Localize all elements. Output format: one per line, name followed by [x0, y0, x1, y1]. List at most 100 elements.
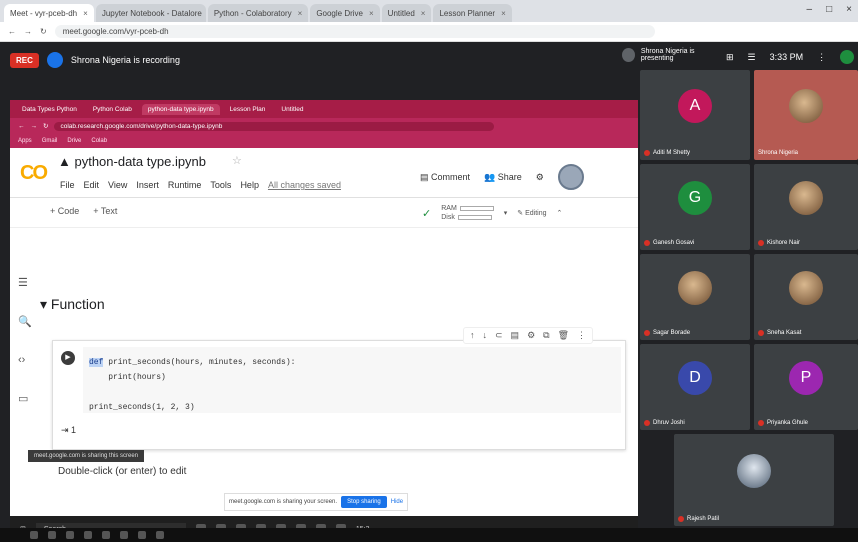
taskbar-app-icon[interactable]: [120, 531, 128, 539]
code-editor[interactable]: def print_seconds(hours, minutes, second…: [83, 347, 621, 413]
outer-tab[interactable]: Google Drive ×: [310, 4, 380, 22]
more-icon[interactable]: ⋮: [577, 330, 586, 341]
outer-url-field[interactable]: meet.google.com/vyr-pceb-dh: [54, 25, 655, 38]
menu-edit[interactable]: Edit: [84, 180, 100, 190]
delete-icon[interactable]: 🗑: [558, 330, 569, 341]
bookmark[interactable]: Gmail: [42, 138, 58, 144]
taskbar-app-icon[interactable]: [48, 531, 56, 539]
tab-label: Meet - vyr-pceb-dh: [10, 8, 78, 18]
reload-icon[interactable]: ↻: [43, 122, 48, 130]
close-window-icon[interactable]: ×: [846, 4, 852, 15]
participant-tile[interactable]: P Priyanka Ghule: [754, 344, 858, 430]
output-icon[interactable]: ⇥: [61, 425, 71, 435]
section-heading[interactable]: ▾ Function: [40, 296, 105, 313]
outer-tab[interactable]: Lesson Planner ×: [433, 4, 512, 22]
code-icon[interactable]: ‹›: [18, 354, 32, 366]
menu-tools[interactable]: Tools: [210, 180, 231, 190]
taskbar-app-icon[interactable]: [66, 531, 74, 539]
user-avatar[interactable]: [840, 50, 855, 64]
menu-insert[interactable]: Insert: [136, 180, 159, 190]
back-icon[interactable]: ←: [8, 27, 16, 36]
search-icon[interactable]: 🔍: [18, 315, 32, 328]
colab-logo[interactable]: CO: [20, 162, 48, 185]
outer-tab[interactable]: Python - Colaboratory ×: [207, 4, 309, 22]
participant-tile[interactable]: Sneha Kasat: [754, 254, 858, 340]
taskbar-app-icon[interactable]: [30, 531, 38, 539]
bookmark[interactable]: Apps: [18, 138, 32, 144]
code-cell[interactable]: ↑ ↓ ⊂ ▤ ⚙ ⧉ 🗑 ⋮ ▶ def print_seconds(hour…: [52, 327, 626, 450]
participant-tile[interactable]: A Aditi M Shetty: [640, 70, 750, 160]
minimize-icon[interactable]: –: [807, 4, 813, 15]
bookmark[interactable]: Colab: [91, 138, 107, 144]
comment-button[interactable]: ▤ Comment: [420, 172, 470, 183]
participant-name-text: Aditi M Shetty: [653, 150, 691, 156]
inner-url-field[interactable]: colab.research.google.com/drive/python-d…: [54, 121, 495, 131]
text-cell[interactable]: Double-click (or enter) to edit: [58, 466, 186, 477]
close-icon[interactable]: ×: [298, 9, 303, 18]
close-icon[interactable]: ×: [369, 9, 374, 18]
participant-tile[interactable]: Sagar Borade: [640, 254, 750, 340]
inner-tab[interactable]: Python Colab: [87, 104, 138, 115]
editing-button[interactable]: ✎ Editing: [517, 209, 546, 217]
chevron-up-icon[interactable]: ⌃: [557, 209, 563, 217]
link-icon[interactable]: ⊂: [495, 330, 503, 341]
taskbar-app-icon[interactable]: [102, 531, 110, 539]
account-avatar[interactable]: [557, 164, 584, 190]
close-icon[interactable]: ×: [83, 9, 88, 18]
back-icon[interactable]: ←: [18, 123, 25, 130]
inner-tab[interactable]: Data Types Python: [16, 104, 83, 115]
close-icon[interactable]: ×: [501, 9, 506, 18]
move-up-icon[interactable]: ↑: [470, 330, 475, 341]
toc-icon[interactable]: ☰: [18, 276, 32, 289]
hide-button[interactable]: Hide: [391, 499, 403, 505]
reload-icon[interactable]: ↻: [40, 27, 47, 36]
more-icon[interactable]: ⋮: [817, 52, 826, 63]
taskbar-app-icon[interactable]: [156, 531, 164, 539]
participant-tile[interactable]: G Ganesh Gosavi: [640, 164, 750, 250]
inner-tab-active[interactable]: python-data type.ipynb: [141, 103, 220, 115]
close-icon[interactable]: ×: [421, 9, 426, 18]
menu-icon[interactable]: ☰: [748, 52, 756, 63]
maximize-icon[interactable]: □: [826, 4, 832, 15]
keyword: def: [89, 358, 104, 367]
comment-icon[interactable]: ▤: [511, 330, 520, 341]
mirror-icon[interactable]: ⧉: [543, 330, 549, 341]
star-icon[interactable]: ☆: [232, 154, 242, 167]
chevron-down-icon[interactable]: ▾: [504, 209, 508, 217]
participant-tile[interactable]: Rajesh Patil: [674, 434, 834, 526]
forward-icon[interactable]: →: [31, 123, 38, 130]
layout-icon[interactable]: ⊞: [726, 52, 734, 63]
menu-runtime[interactable]: Runtime: [168, 180, 202, 190]
move-down-icon[interactable]: ↓: [483, 330, 488, 341]
stop-sharing-button[interactable]: Stop sharing: [341, 496, 387, 508]
collapse-icon[interactable]: ▾: [40, 296, 51, 312]
inner-tab[interactable]: Lesson Plan: [224, 104, 272, 115]
outer-tab[interactable]: Untitled ×: [381, 4, 432, 22]
taskbar-app-icon[interactable]: [138, 531, 146, 539]
participant-tile[interactable]: Shrona Nigeria: [754, 70, 858, 160]
menu-help[interactable]: Help: [240, 180, 259, 190]
folder-icon[interactable]: ▭: [18, 392, 32, 405]
share-button[interactable]: 👥 Share: [484, 172, 522, 183]
saved-status[interactable]: All changes saved: [268, 180, 341, 190]
add-text-button[interactable]: + Text: [93, 206, 117, 216]
outer-tab[interactable]: Jupyter Notebook - Datalore×: [95, 4, 206, 22]
tab-label: Python - Colaboratory: [213, 8, 292, 18]
notebook-toolbar: + Code + Text ✓ RAM Disk ▾ ✎ Editing ⌃: [10, 198, 638, 228]
bookmark[interactable]: Drive: [67, 138, 81, 144]
add-code-button[interactable]: + Code: [50, 206, 79, 216]
run-button[interactable]: ▶: [61, 351, 75, 365]
outer-tab[interactable]: Meet - vyr-pceb-dh ×: [4, 4, 94, 22]
taskbar-app-icon[interactable]: [84, 531, 92, 539]
resource-monitor[interactable]: RAM Disk: [441, 204, 494, 222]
participant-tile[interactable]: Kishore Nair: [754, 164, 858, 250]
gear-icon[interactable]: ⚙: [527, 330, 535, 341]
mic-off-icon: [678, 516, 684, 522]
forward-icon[interactable]: →: [24, 27, 32, 36]
notebook-title[interactable]: ▲ python-data type.ipynb: [58, 154, 206, 169]
gear-icon[interactable]: ⚙: [536, 172, 544, 183]
menu-file[interactable]: File: [60, 180, 75, 190]
participant-tile[interactable]: D Dhruv Joshi: [640, 344, 750, 430]
inner-tab[interactable]: Untitled: [275, 104, 309, 115]
menu-view[interactable]: View: [108, 180, 127, 190]
